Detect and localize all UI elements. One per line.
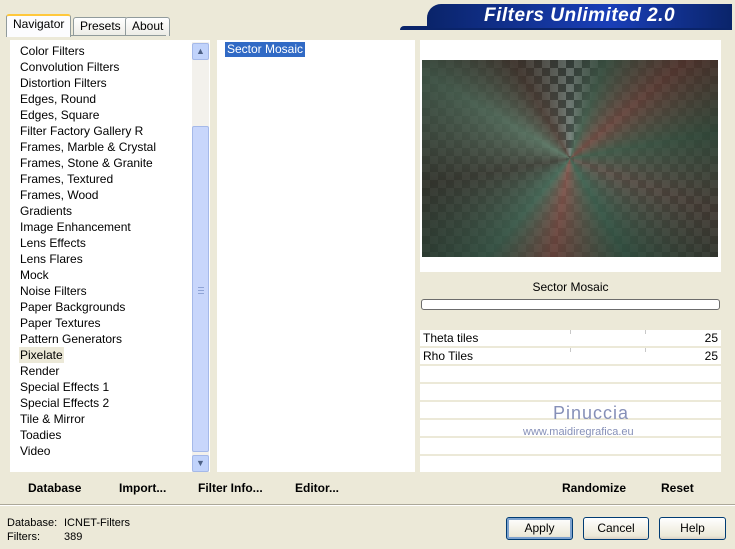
category-scrollbar[interactable]: ▲ ▼	[192, 42, 209, 472]
editor-button[interactable]: Editor...	[295, 481, 339, 495]
apply-button[interactable]: Apply	[506, 517, 573, 540]
category-item[interactable]: Pixelate	[19, 347, 64, 363]
filters-count: 389	[64, 531, 83, 543]
database-value: ICNET-Filters	[64, 517, 130, 529]
filters-label: Filters:	[7, 531, 40, 543]
category-item[interactable]: Lens Effects	[19, 235, 87, 251]
category-item[interactable]: Edges, Round	[19, 91, 97, 107]
category-item[interactable]: Frames, Stone & Granite	[19, 155, 154, 171]
category-list[interactable]: Color Filters Convolution Filters Distorti…	[10, 40, 210, 472]
bottom-toolbar-right: Randomize Reset	[420, 476, 721, 500]
scroll-thumb[interactable]	[192, 126, 209, 452]
database-button[interactable]: Database	[28, 481, 81, 495]
filter-item-sector-mosaic[interactable]: Sector Mosaic	[225, 42, 306, 57]
category-item[interactable]: Gradients	[19, 203, 73, 219]
category-item[interactable]: Distortion Filters	[19, 75, 108, 91]
database-label: Database:	[7, 517, 58, 529]
category-item[interactable]: Color Filters	[19, 43, 86, 59]
param-value: 25	[704, 331, 718, 345]
category-item[interactable]: Image Enhancement	[19, 219, 132, 235]
param-row-rho-tiles[interactable]: Rho Tiles 25	[420, 348, 721, 365]
app-banner-title: Filters Unlimited 2.0	[427, 4, 732, 28]
reset-button[interactable]: Reset	[661, 481, 694, 495]
tab-navigator[interactable]: Navigator	[6, 14, 72, 37]
progress-bar	[421, 299, 720, 310]
category-item[interactable]: Pattern Generators	[19, 331, 123, 347]
cancel-button[interactable]: Cancel	[583, 517, 649, 540]
category-item[interactable]: Tile & Mirror	[19, 411, 86, 427]
category-item[interactable]: Paper Backgrounds	[19, 299, 126, 315]
category-item[interactable]: Mock	[19, 267, 50, 283]
category-item[interactable]: Filter Factory Gallery R	[19, 123, 144, 139]
filters-info: Filters: 389	[7, 531, 82, 543]
tab-about[interactable]: About	[125, 17, 171, 36]
category-item[interactable]: Special Effects 1	[19, 379, 110, 395]
param-label: Theta tiles	[423, 331, 479, 345]
divider	[0, 504, 735, 506]
param-label: Rho Tiles	[423, 349, 474, 363]
category-item[interactable]: Noise Filters	[19, 283, 88, 299]
category-item[interactable]: Lens Flares	[19, 251, 84, 267]
database-info: Database: ICNET-Filters	[7, 517, 130, 529]
category-item[interactable]: Render	[19, 363, 60, 379]
preview-image	[422, 60, 718, 257]
help-button[interactable]: Help	[659, 517, 726, 540]
category-item[interactable]: Toadies	[19, 427, 62, 443]
current-filter-name: Sector Mosaic	[420, 276, 721, 298]
tab-presets[interactable]: Presets	[73, 17, 128, 36]
filter-list[interactable]: Sector Mosaic	[217, 40, 415, 472]
param-row-empty	[420, 366, 721, 383]
preview-panel	[420, 40, 721, 272]
scroll-down-icon[interactable]: ▼	[192, 455, 209, 472]
param-row-theta-tiles[interactable]: Theta tiles 25	[420, 330, 721, 347]
watermark-name: Pinuccia	[553, 403, 630, 423]
category-item[interactable]: Frames, Wood	[19, 187, 99, 203]
slider-ticks	[496, 330, 646, 334]
category-item[interactable]: Edges, Square	[19, 107, 100, 123]
grip-icon	[198, 287, 204, 294]
scroll-up-icon[interactable]: ▲	[192, 43, 209, 60]
category-item[interactable]: Special Effects 2	[19, 395, 110, 411]
bottom-toolbar-left: Database Import... Filter Info... Editor…	[10, 476, 415, 500]
param-row-empty	[420, 384, 721, 401]
category-item[interactable]: Video	[19, 443, 51, 459]
param-row-empty	[420, 456, 721, 473]
randomize-button[interactable]: Randomize	[562, 481, 626, 495]
watermark-url: www.maidiregrafica.eu	[523, 426, 634, 438]
filter-info-button[interactable]: Filter Info...	[198, 481, 263, 495]
import-button[interactable]: Import...	[119, 481, 166, 495]
param-row-empty	[420, 438, 721, 455]
category-item[interactable]: Convolution Filters	[19, 59, 120, 75]
param-value: 25	[704, 349, 718, 363]
category-item[interactable]: Frames, Marble & Crystal	[19, 139, 157, 155]
category-item[interactable]: Frames, Textured	[19, 171, 114, 187]
category-item[interactable]: Paper Textures	[19, 315, 102, 331]
slider-ticks	[496, 348, 646, 352]
